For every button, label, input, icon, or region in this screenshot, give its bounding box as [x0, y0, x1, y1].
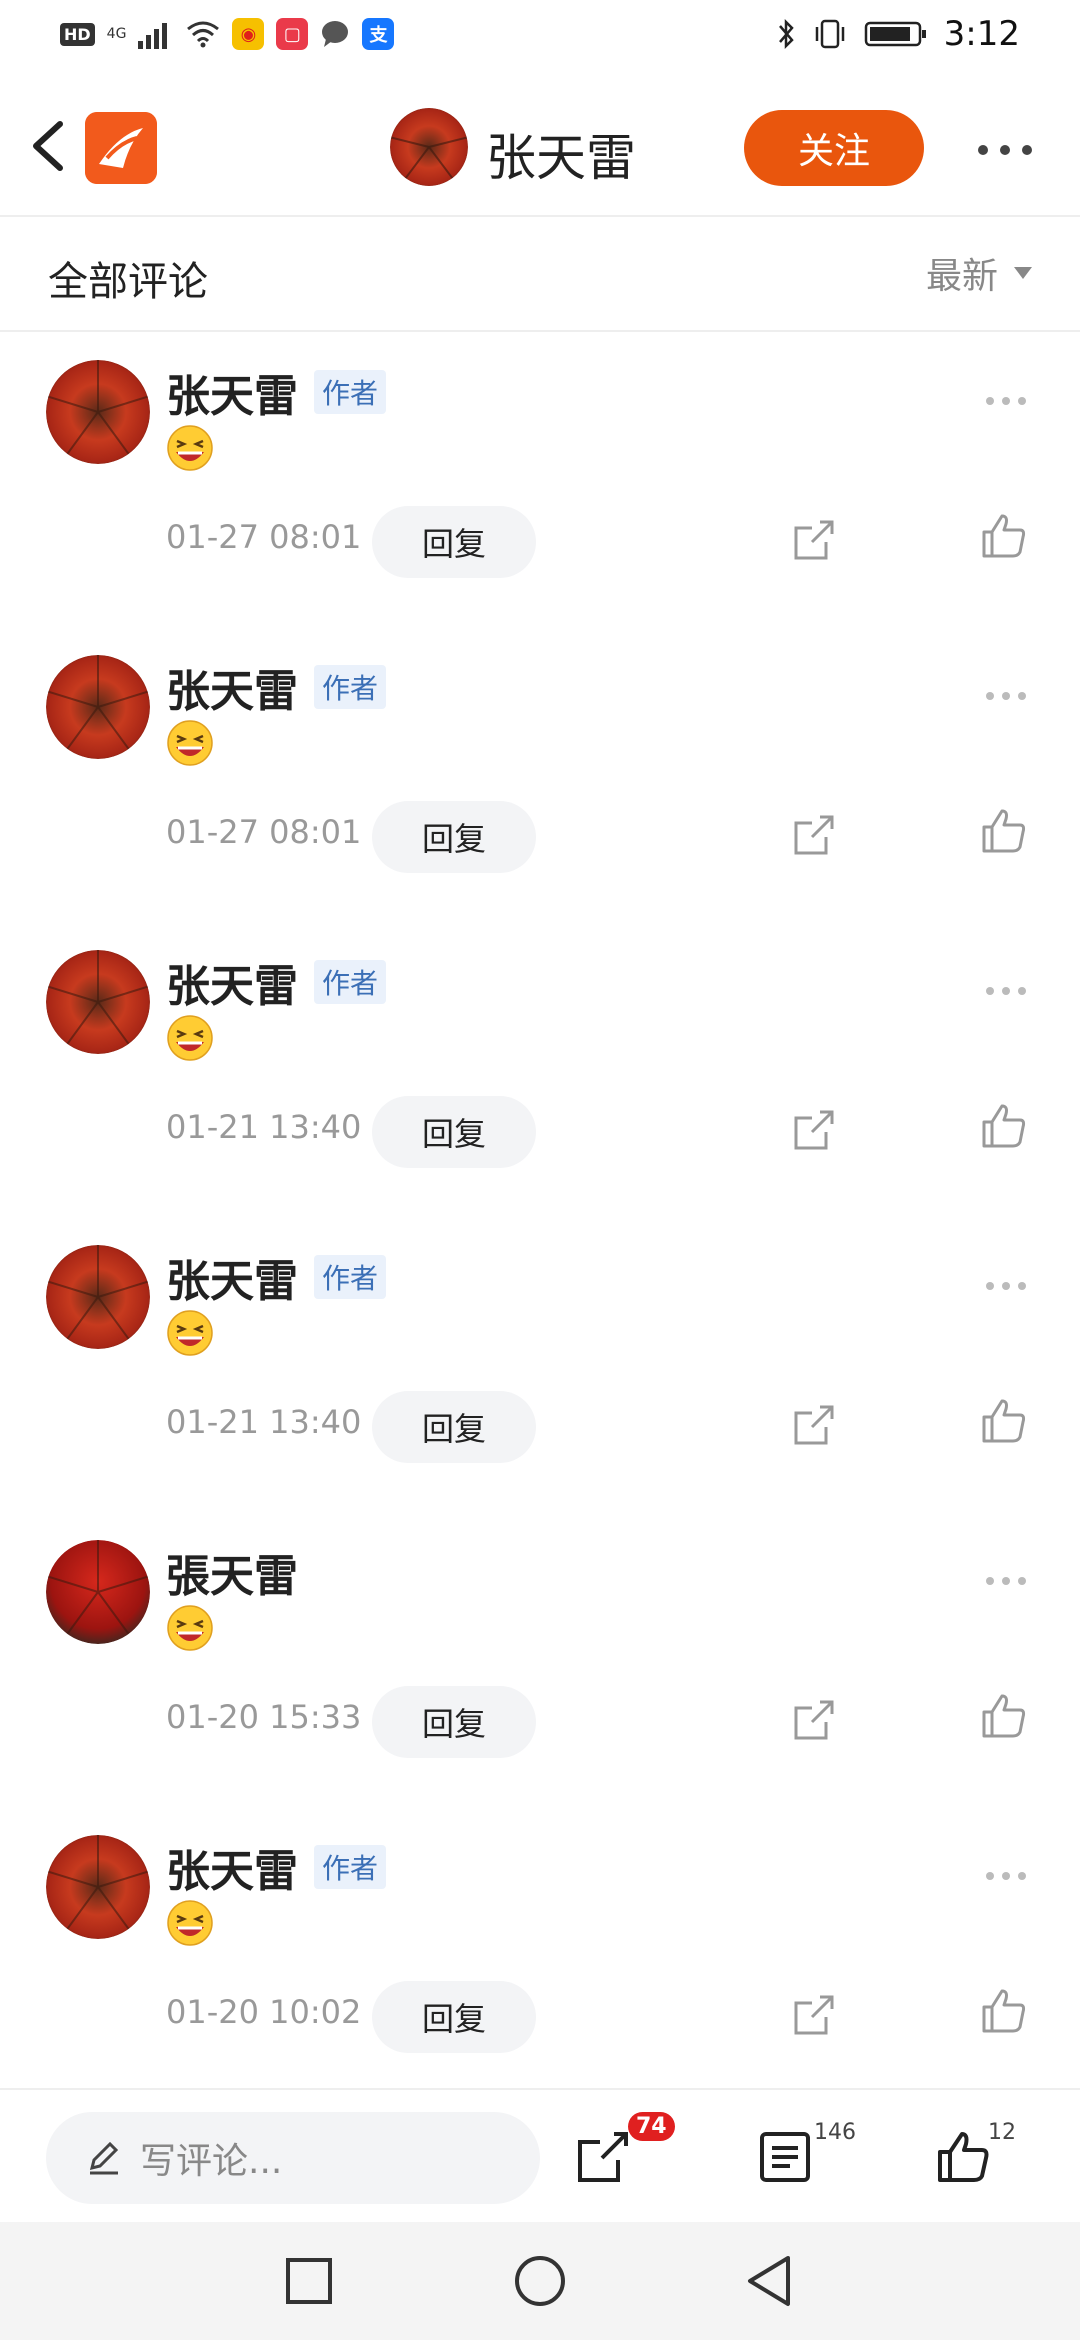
section-title: 全部评论	[48, 259, 208, 305]
reply-button[interactable]: 回复	[372, 1096, 536, 1168]
dropdown-arrow-icon	[1014, 267, 1032, 279]
comment-more-icon[interactable]	[982, 685, 1030, 704]
back-arrow-icon[interactable]	[22, 116, 82, 176]
commenter-avatar[interactable]	[46, 360, 150, 464]
clock: 3:12	[943, 14, 1020, 54]
back-nav-icon[interactable]	[744, 2254, 794, 2308]
laughing-emoji-icon	[167, 1605, 213, 1651]
home-icon[interactable]	[513, 2254, 567, 2308]
commenter-name[interactable]: 張天雷	[166, 1540, 298, 1604]
like-count: 12	[988, 2120, 1016, 2145]
sort-label: 最新	[925, 256, 998, 297]
like-comment-icon[interactable]	[980, 1987, 1028, 2035]
share-comment-icon[interactable]	[792, 1993, 836, 2037]
comment-item: 张天雷 作者 01-27 08:01 回复	[0, 340, 1080, 635]
laughing-emoji-icon	[167, 1900, 213, 1946]
like-comment-icon[interactable]	[980, 1397, 1028, 1445]
pencil-icon	[89, 2141, 119, 2175]
commenter-avatar[interactable]	[46, 1835, 150, 1939]
write-comment-input[interactable]: 写评论...	[46, 2112, 540, 2204]
reply-button[interactable]: 回复	[372, 801, 536, 873]
share-comment-icon[interactable]	[792, 518, 836, 562]
comment-time: 01-27 08:01	[166, 813, 362, 851]
write-comment-placeholder: 写评论...	[140, 2141, 283, 2182]
comment-more-icon[interactable]	[982, 980, 1030, 999]
app-icon: ▢	[276, 18, 309, 50]
like-comment-icon[interactable]	[980, 1692, 1028, 1740]
battery-icon	[864, 21, 926, 47]
share-icon[interactable]	[574, 2128, 632, 2186]
like-comment-icon[interactable]	[980, 512, 1028, 560]
comment-item: 张天雷 作者 01-27 08:01 回复	[0, 635, 1080, 930]
comment-item: 张天雷 作者 01-20 10:02 回复	[0, 1815, 1080, 2110]
share-comment-icon[interactable]	[792, 1403, 836, 1447]
network-type: 4G	[106, 26, 127, 42]
commenter-name[interactable]: 张天雷	[166, 1835, 298, 1899]
comment-count: 146	[814, 2120, 856, 2145]
signal-icon	[138, 23, 168, 49]
header-avatar[interactable]	[390, 108, 468, 186]
commenter-avatar[interactable]	[46, 1245, 150, 1349]
reply-button[interactable]: 回复	[372, 1686, 536, 1758]
laughing-emoji-icon	[167, 425, 213, 471]
comment-time: 01-20 15:33	[166, 1698, 362, 1736]
bluetooth-icon	[778, 18, 794, 50]
system-nav-bar	[0, 2222, 1080, 2340]
share-comment-icon[interactable]	[792, 1698, 836, 1742]
commenter-name[interactable]: 张天雷	[166, 1245, 298, 1309]
sort-dropdown[interactable]: 最新	[926, 247, 1032, 299]
comment-more-icon[interactable]	[982, 1865, 1030, 1884]
comment-item: 张天雷 作者 01-21 13:40 回复	[0, 930, 1080, 1225]
share-comment-icon[interactable]	[792, 1108, 836, 1152]
commenter-avatar[interactable]	[46, 950, 150, 1054]
message-icon	[322, 21, 349, 47]
comments-icon[interactable]	[756, 2128, 814, 2186]
reply-button[interactable]: 回复	[372, 1981, 536, 2053]
author-badge: 作者	[314, 960, 387, 1004]
author-badge: 作者	[314, 665, 387, 709]
commenter-name[interactable]: 张天雷	[166, 655, 298, 719]
reply-button[interactable]: 回复	[372, 506, 536, 578]
comment-time: 01-21 13:40	[166, 1403, 362, 1441]
bottom-action-bar: 写评论... 74 146 12	[0, 2088, 1080, 2222]
laughing-emoji-icon	[167, 1310, 213, 1356]
recent-apps-icon[interactable]	[284, 2256, 334, 2306]
laughing-emoji-icon	[167, 720, 213, 766]
commenter-avatar[interactable]	[46, 1540, 150, 1644]
comment-more-icon[interactable]	[982, 1275, 1030, 1294]
author-badge: 作者	[314, 370, 387, 414]
comment-time: 01-20 10:02	[166, 1993, 362, 2031]
share-count-badge: 74	[628, 2112, 675, 2141]
comment-time: 01-27 08:01	[166, 518, 362, 556]
commenter-name[interactable]: 张天雷	[166, 950, 298, 1014]
share-comment-icon[interactable]	[792, 813, 836, 857]
author-badge: 作者	[314, 1845, 387, 1889]
more-options-icon[interactable]	[972, 140, 1038, 159]
like-comment-icon[interactable]	[980, 1102, 1028, 1150]
wifi-icon	[187, 21, 220, 48]
like-icon[interactable]	[934, 2128, 992, 2186]
weibo-icon: ◉	[232, 18, 265, 50]
author-badge: 作者	[314, 1255, 387, 1299]
comment-more-icon[interactable]	[982, 390, 1030, 409]
comments-header: 全部评论 最新	[0, 217, 1080, 332]
commenter-name[interactable]: 张天雷	[166, 360, 298, 424]
vibrate-icon	[815, 19, 844, 49]
status-bar: HD 4G ◉ ▢ 支 3:12	[0, 0, 1080, 80]
commenter-avatar[interactable]	[46, 655, 150, 759]
comment-time: 01-21 13:40	[166, 1108, 362, 1146]
comment-item: 张天雷 作者 01-21 13:40 回复	[0, 1225, 1080, 1520]
laughing-emoji-icon	[167, 1015, 213, 1061]
like-comment-icon[interactable]	[980, 807, 1028, 855]
alipay-icon: 支	[362, 18, 395, 50]
comment-more-icon[interactable]	[982, 1570, 1030, 1589]
app-logo[interactable]	[85, 112, 157, 184]
reply-button[interactable]: 回复	[372, 1391, 536, 1463]
comment-item: 張天雷 01-20 15:33 回复	[0, 1520, 1080, 1815]
hd-indicator: HD	[60, 22, 95, 46]
follow-button[interactable]: 关注	[744, 110, 924, 186]
author-name: 张天雷	[486, 129, 636, 187]
top-header: 张天雷 关注	[0, 80, 1080, 217]
